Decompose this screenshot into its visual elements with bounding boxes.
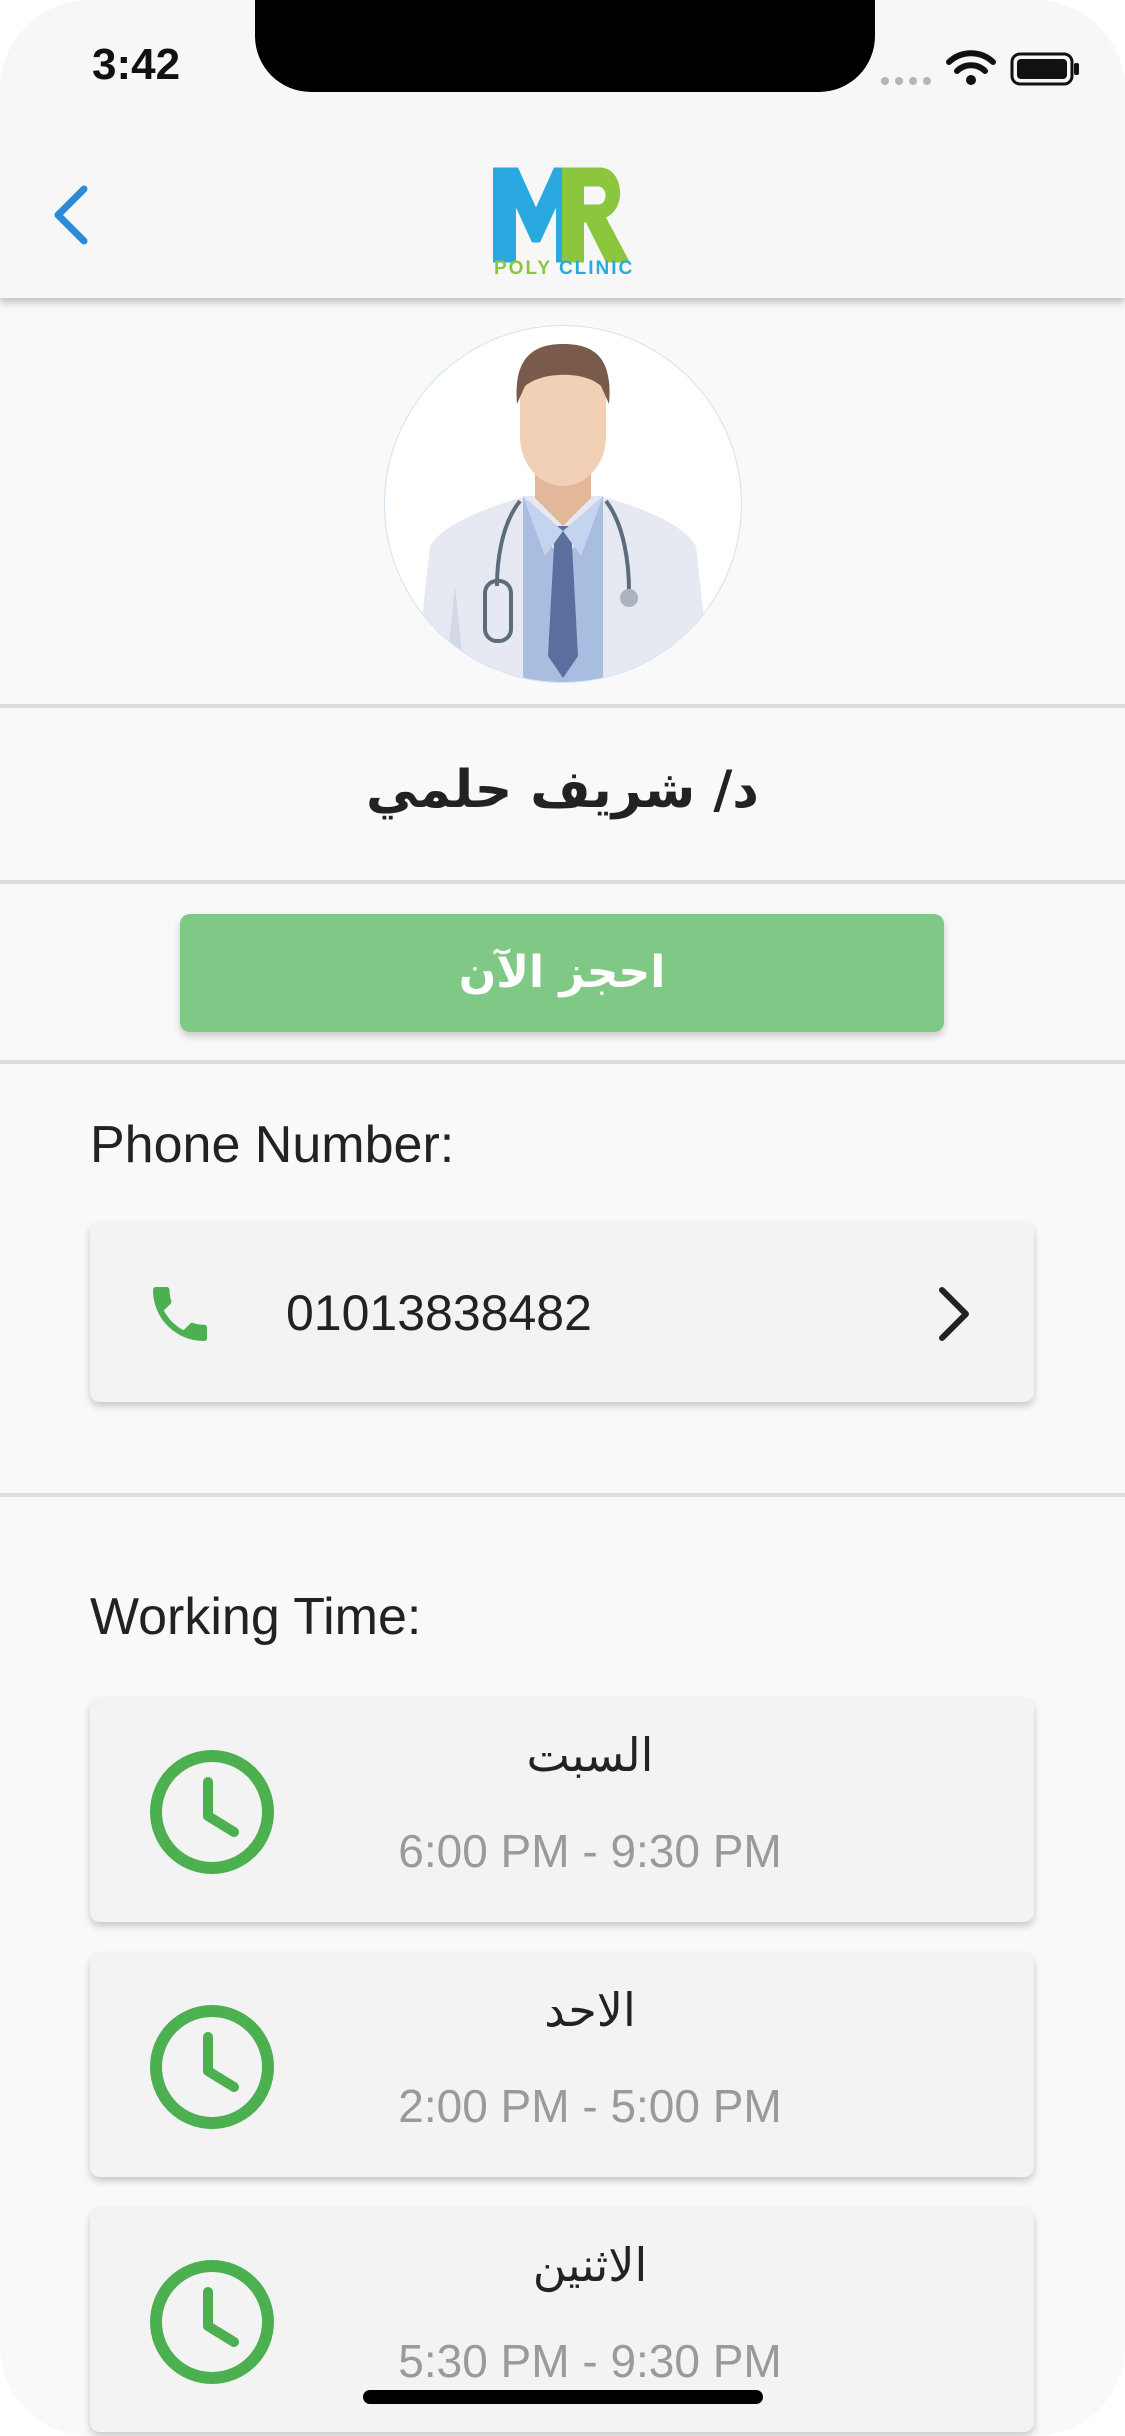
phone-icon: [153, 1287, 207, 1341]
divider: [0, 704, 1125, 708]
clock-icon: [150, 1750, 274, 1874]
back-button[interactable]: [40, 175, 100, 255]
divider: [0, 1060, 1125, 1064]
clock-icon: [150, 2260, 274, 2384]
phone-number: 01013838482: [286, 1285, 592, 1341]
wifi-icon: [946, 50, 996, 85]
working-hours: 2:00 PM - 5:00 PM: [398, 2080, 782, 2132]
doctor-name: د/ شريف حلمي: [366, 760, 759, 820]
working-time-item: الاحد 2:00 PM - 5:00 PM: [90, 1953, 1034, 2177]
phone-section-title: Phone Number:: [90, 1116, 455, 1174]
working-day: الاحد: [544, 1983, 636, 2037]
clock-icon: [150, 2005, 274, 2129]
logo-subtitle-poly: POLY: [494, 258, 552, 279]
logo-subtitle: POLY CLINIC: [494, 258, 634, 280]
status-time: 3:42: [92, 40, 181, 89]
working-time-title: Working Time:: [90, 1588, 422, 1646]
phone-card[interactable]: 01013838482: [90, 1222, 1034, 1402]
device-notch: [255, 0, 875, 92]
working-day: السبت: [526, 1728, 654, 1782]
home-indicator[interactable]: [363, 2390, 763, 2404]
divider: [0, 880, 1125, 884]
signal-icon: [881, 77, 931, 85]
chevron-right-icon: [939, 1287, 969, 1341]
doctor-illustration: [415, 344, 711, 682]
battery-icon: [1010, 52, 1079, 86]
book-now-button[interactable]: احجز الآن: [180, 914, 944, 1032]
working-hours: 5:30 PM - 9:30 PM: [398, 2335, 782, 2387]
doctor-avatar: [384, 325, 742, 683]
working-day: الاثنين: [532, 2238, 648, 2292]
working-hours: 6:00 PM - 9:30 PM: [398, 1825, 782, 1877]
working-time-item: السبت 6:00 PM - 9:30 PM: [90, 1698, 1034, 1922]
app-screen: POLY CLINIC 3:42 د/ شريف حلمي احجز الآن …: [0, 0, 1125, 2436]
logo-subtitle-clinic: CLINIC: [558, 258, 635, 279]
divider: [0, 1493, 1125, 1497]
